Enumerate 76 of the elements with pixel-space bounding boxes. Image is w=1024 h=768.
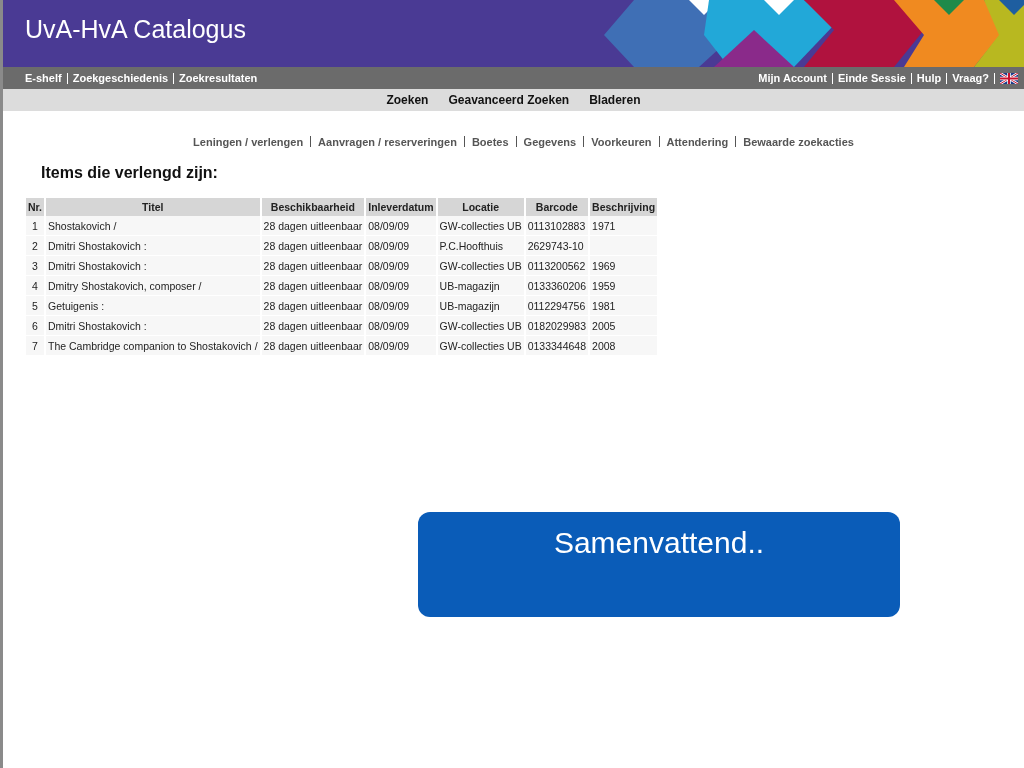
table-cell: GW-collecties UB <box>437 336 524 356</box>
table-cell: 3 <box>26 256 44 276</box>
table-cell: Shostakovich / <box>46 216 260 236</box>
search-nav-link[interactable]: Geavanceerd Zoeken <box>448 93 570 107</box>
table-cell: 08/09/09 <box>366 336 436 356</box>
table-cell: 08/09/09 <box>366 276 436 296</box>
table-cell: 2008 <box>590 336 658 356</box>
column-header: Titel <box>46 198 260 216</box>
nav-link[interactable]: Zoekresultaten <box>179 72 258 84</box>
table-cell: Getuigenis : <box>46 296 260 316</box>
table-cell: The Cambridge companion to Shostakovich / <box>46 336 260 356</box>
account-link[interactable]: Voorkeuren <box>591 136 652 148</box>
table-cell: 28 dagen uitleenbaar <box>261 336 365 356</box>
table-cell: 7 <box>26 336 44 356</box>
table-cell: Dmitry Shostakovich, composer / <box>46 276 260 296</box>
account-link[interactable]: Boetes <box>471 136 509 148</box>
table-cell: 4 <box>26 276 44 296</box>
table-cell: 5 <box>26 296 44 316</box>
table-cell: Dmitri Shostakovich : <box>46 236 260 256</box>
site-title: UvA-HvA Catalogus <box>24 15 246 44</box>
column-header: Locatie <box>437 198 524 216</box>
table-cell: 28 dagen uitleenbaar <box>261 316 365 336</box>
table-cell: 0133360206 <box>525 276 589 296</box>
table-cell: 0112294756 <box>525 296 589 316</box>
table-cell: 28 dagen uitleenbaar <box>261 256 365 276</box>
table-cell: 08/09/09 <box>366 256 436 276</box>
table-cell: GW-collecties UB <box>437 216 524 236</box>
table-cell: UB-magazijn <box>437 296 524 316</box>
table-cell: 1 <box>26 216 44 236</box>
table-cell: 0182029983 <box>525 316 589 336</box>
table-cell: 08/09/09 <box>366 216 436 236</box>
nav-link[interactable]: Zoekgeschiedenis <box>72 72 169 84</box>
table-cell: 28 dagen uitleenbaar <box>261 216 365 236</box>
table-cell: 0113200562 <box>525 256 589 276</box>
nav-link[interactable]: Mijn Account <box>758 72 827 84</box>
column-header: Beschrijving <box>590 198 658 216</box>
table-cell: 2629743-10 <box>525 236 589 256</box>
account-link[interactable]: Attendering <box>666 136 729 148</box>
table-cell: Dmitri Shostakovich : <box>46 256 260 276</box>
search-nav-link[interactable]: Zoeken <box>386 93 429 107</box>
callout-box: Samenvattend.. <box>418 512 900 617</box>
table-cell: 2 <box>26 236 44 256</box>
table-cell: 1981 <box>590 296 658 316</box>
account-link[interactable]: Aanvragen / reserveringen <box>318 136 457 148</box>
table-cell: P.C.Hoofthuis <box>437 236 524 256</box>
table-cell: 08/09/09 <box>366 316 436 336</box>
flag-icon[interactable] <box>1000 72 1018 84</box>
page-heading: Items die verlengd zijn: <box>41 164 219 182</box>
nav-link[interactable]: Vraag? <box>952 72 989 84</box>
search-nav-link[interactable]: Bladeren <box>589 93 641 107</box>
nav-link[interactable]: Einde Sessie <box>838 72 906 84</box>
table-cell: 2005 <box>590 316 658 336</box>
table-cell: 1969 <box>590 256 658 276</box>
table-cell: Dmitri Shostakovich : <box>46 316 260 336</box>
account-link[interactable]: Bewaarde zoekacties <box>743 136 854 148</box>
account-link[interactable]: Gegevens <box>523 136 577 148</box>
table-cell: GW-collecties UB <box>437 256 524 276</box>
table-cell: UB-magazijn <box>437 276 524 296</box>
table-cell: GW-collecties UB <box>437 316 524 336</box>
table-cell: 0113102883 <box>525 216 589 236</box>
table-cell: 28 dagen uitleenbaar <box>261 236 365 256</box>
nav-link[interactable]: E-shelf <box>25 72 62 84</box>
column-header: Nr. <box>26 198 44 216</box>
table-cell: 28 dagen uitleenbaar <box>261 276 365 296</box>
table-cell: 08/09/09 <box>366 236 436 256</box>
table-cell: 28 dagen uitleenbaar <box>261 296 365 316</box>
table-cell: 1971 <box>590 216 658 236</box>
column-header: Inleverdatum <box>366 198 436 216</box>
table-cell: 6 <box>26 316 44 336</box>
column-header: Beschikbaarheid <box>261 198 365 216</box>
table-cell: 0133344648 <box>525 336 589 356</box>
table-cell: 08/09/09 <box>366 296 436 316</box>
nav-link[interactable]: Hulp <box>916 72 942 84</box>
table-cell: 1959 <box>590 276 658 296</box>
account-link[interactable]: Leningen / verlengen <box>193 136 304 148</box>
column-header: Barcode <box>525 198 589 216</box>
